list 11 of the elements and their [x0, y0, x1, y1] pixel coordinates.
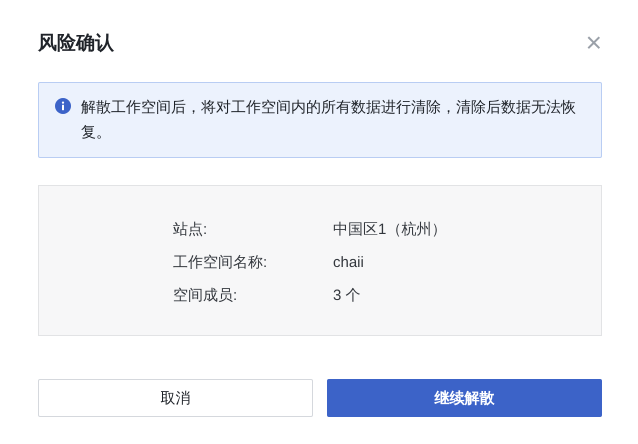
warning-message: 解散工作空间后，将对工作空间内的所有数据进行清除，清除后数据无法恢复。	[81, 98, 577, 143]
detail-value: 3 个	[333, 286, 362, 306]
confirm-button[interactable]: 继续解散	[327, 379, 602, 417]
cancel-button[interactable]: 取消	[38, 379, 313, 417]
detail-value: chaii	[333, 253, 365, 273]
detail-label: 站点:	[173, 220, 208, 240]
detail-label: 工作空间名称:	[173, 253, 268, 273]
info-icon	[55, 98, 71, 114]
detail-label: 空间成员:	[173, 286, 238, 306]
dialog-title: 风险确认	[38, 32, 114, 56]
detail-value: 中国区1（杭州）	[333, 220, 448, 240]
